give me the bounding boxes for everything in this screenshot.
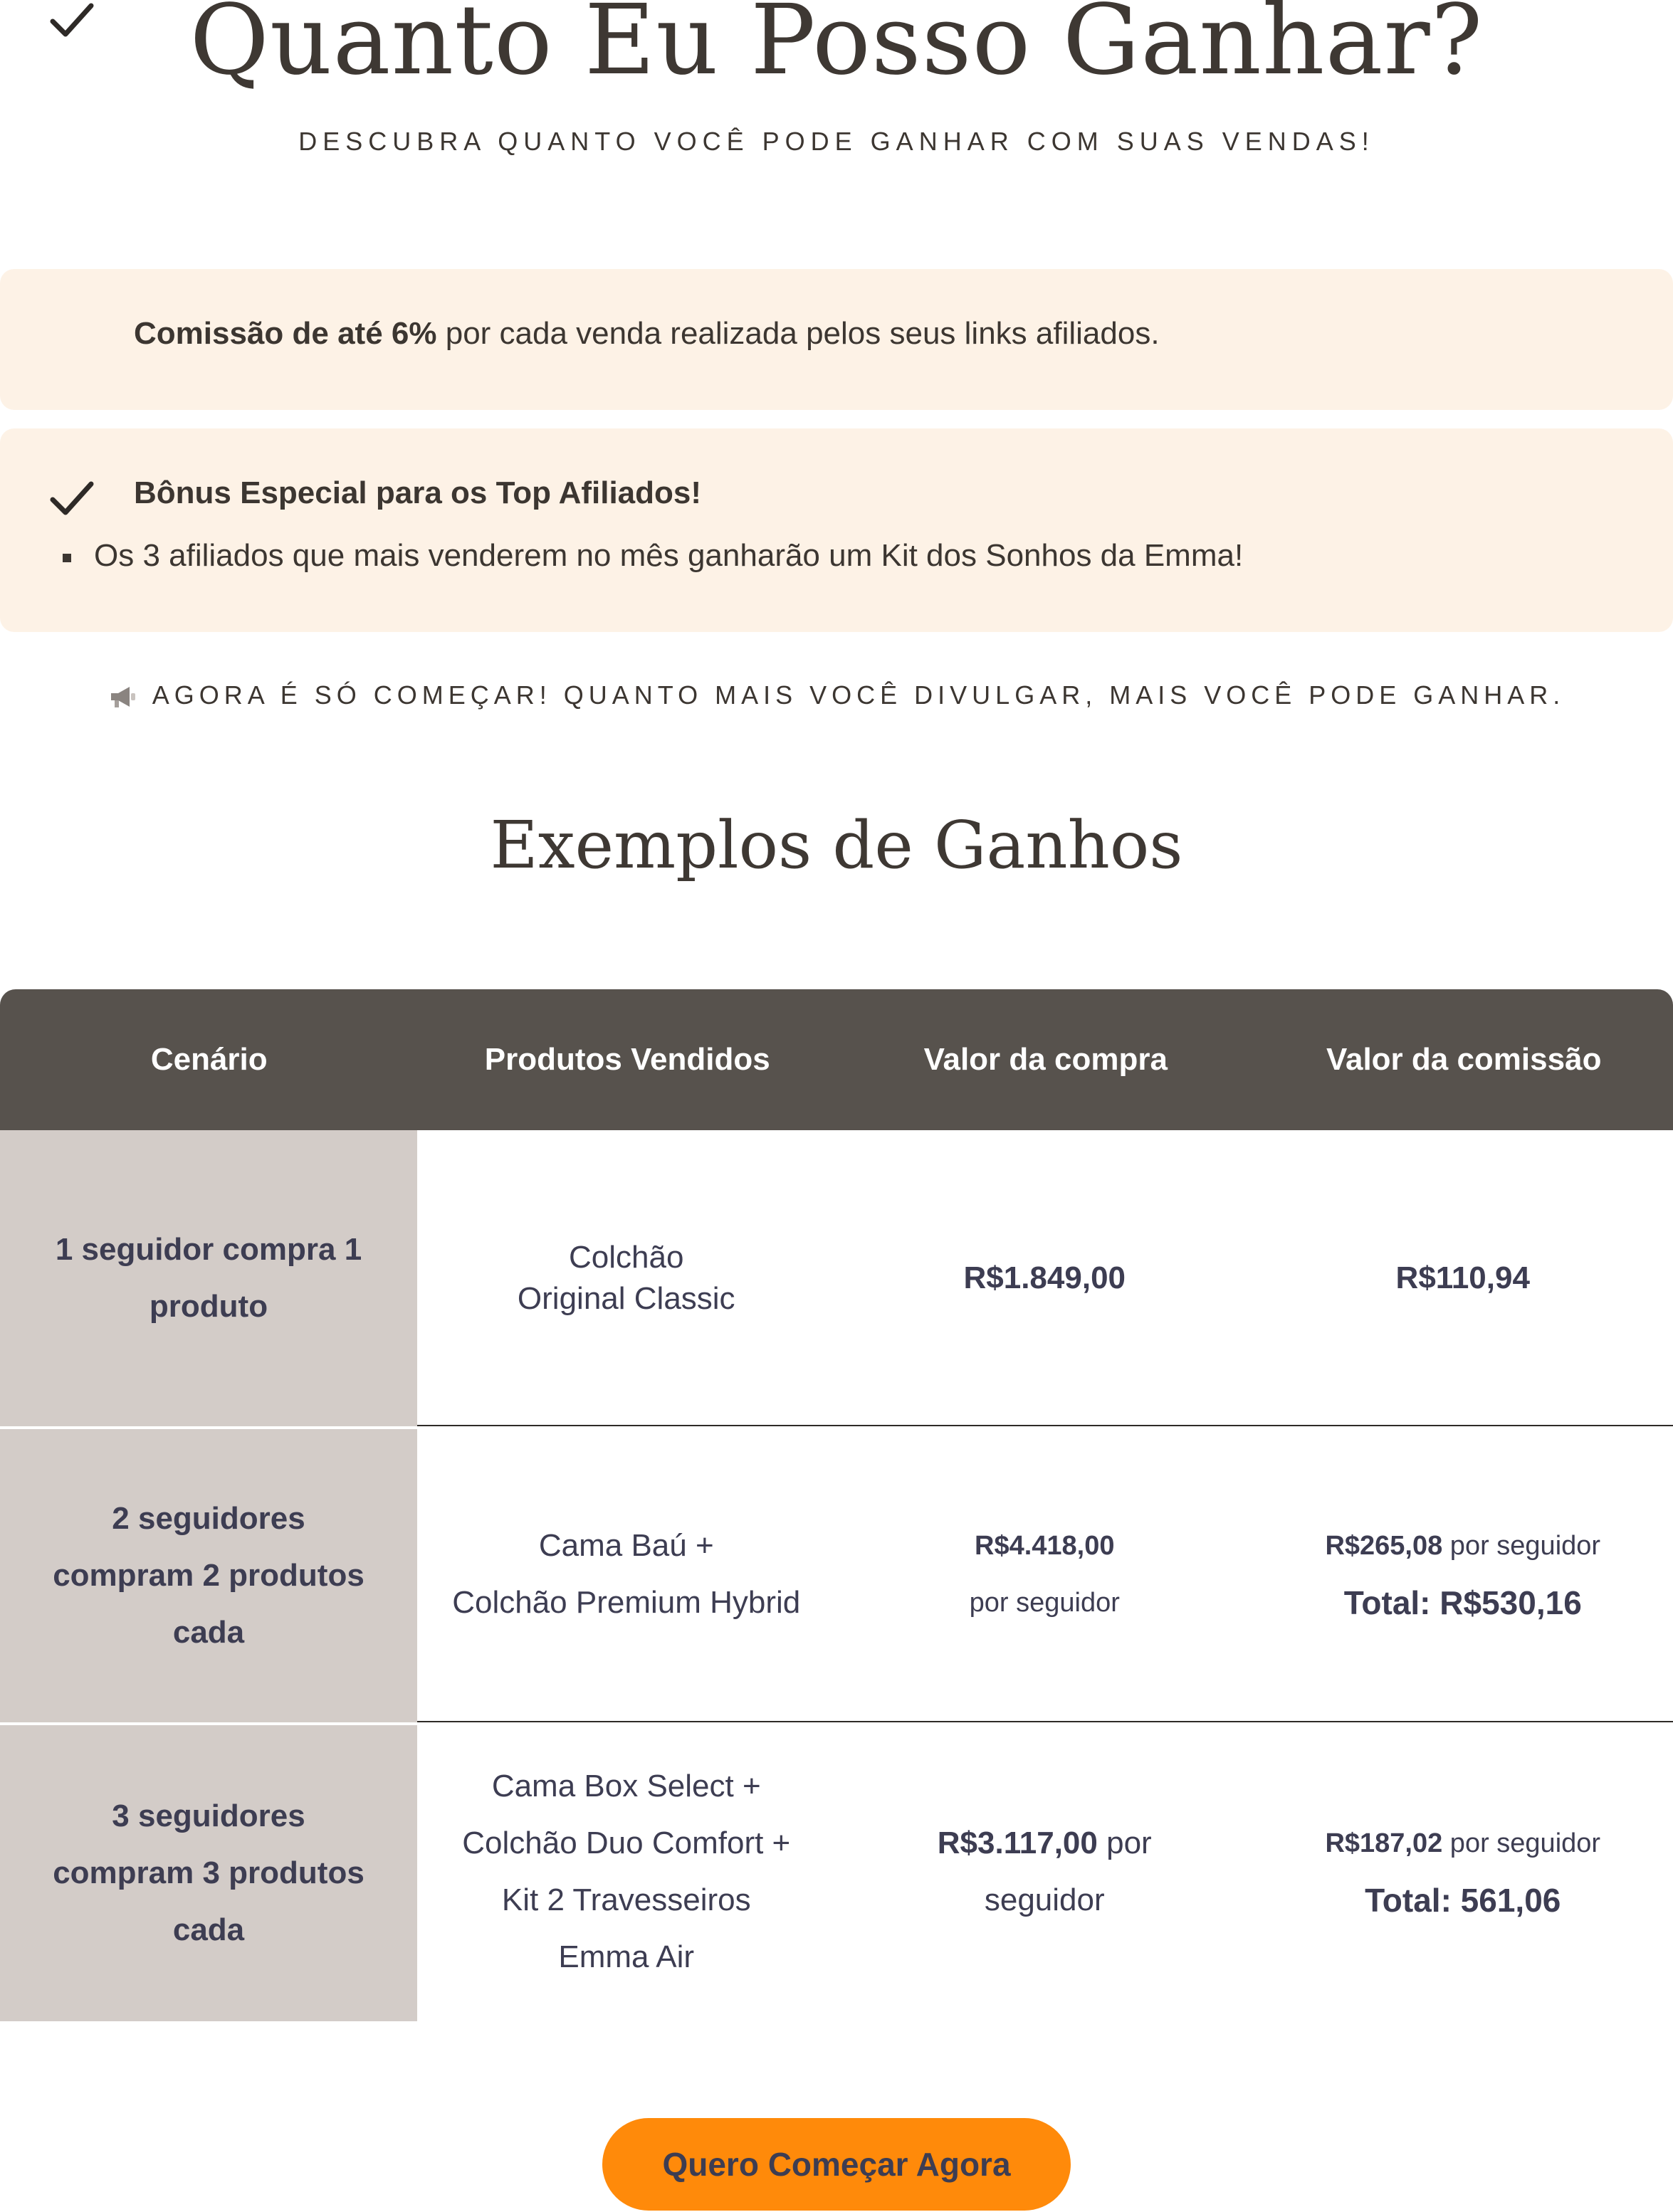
- products-cell: Cama Baú + Colchão Premium Hybrid: [417, 1426, 836, 1722]
- scenario-line: 3 seguidores: [112, 1798, 305, 1833]
- commission-value: R$187,02: [1325, 1828, 1443, 1858]
- bonus-item: Os 3 afiliados que mais venderem no mês …: [94, 538, 1244, 573]
- section-title: Exemplos de Ganhos: [490, 807, 1183, 883]
- commission-cell: R$265,08 por seguidor Total: R$530,16: [1254, 1426, 1672, 1722]
- check-icon: [50, 481, 94, 515]
- purchase-cell: R$3.117,00 por seguidor: [836, 1722, 1254, 2021]
- products-cell: Cama Box Select + Colchão Duo Comfort + …: [417, 1722, 836, 2021]
- page-subtitle: DESCUBRA QUANTO VOCÊ PODE GANHAR COM SUA…: [298, 127, 1375, 156]
- purchase-suffix: por seguidor: [969, 1588, 1120, 1618]
- scenario-line: 2 seguidores: [112, 1501, 305, 1536]
- products-cell: Colchão Original Classic: [417, 1130, 836, 1426]
- check-icon: [50, 3, 94, 37]
- scenario-line: 1 seguidor compra 1: [55, 1232, 362, 1267]
- megaphone-icon: [110, 687, 135, 708]
- cta-line-text: AGORA É SÓ COMEÇAR! QUANTO MAIS VOCÊ DIV…: [152, 680, 1566, 710]
- scenario-line: produto: [149, 1289, 268, 1324]
- commission-highlight: Comissão de até 6%: [134, 316, 437, 351]
- commission-value: R$110,94: [1395, 1260, 1530, 1295]
- commission-cell: R$187,02 por seguidor Total: 561,06: [1254, 1722, 1672, 2021]
- scenario-line: cada: [172, 1912, 245, 1947]
- commission-suffix: por seguidor: [1442, 1531, 1601, 1561]
- scenario-line: compram 2 produtos: [53, 1558, 365, 1593]
- header-cell: Cenário: [150, 1042, 268, 1077]
- scenario-line: cada: [172, 1615, 245, 1650]
- product-line: Colchão Premium Hybrid: [452, 1585, 801, 1620]
- bonus-title: Bônus Especial para os Top Afiliados!: [134, 475, 702, 510]
- purchase-value: R$4.418,00: [975, 1531, 1115, 1561]
- start-now-button[interactable]: Quero Começar Agora: [602, 2118, 1071, 2211]
- page-title: Quanto Eu Posso Ganhar?: [189, 0, 1484, 97]
- header-cell: Produtos Vendidos: [484, 1042, 770, 1077]
- commission-cell: R$110,94: [1254, 1130, 1672, 1426]
- table-header: Cenário Produtos Vendidos Valor da compr…: [0, 989, 1673, 1130]
- product-line: Emma Air: [558, 1939, 695, 1974]
- table-row: 1 seguidor compra 1 produto Colchão Orig…: [0, 1130, 1673, 1426]
- header-cell: Valor da compra: [923, 1042, 1168, 1077]
- product-line: Colchão: [569, 1240, 684, 1275]
- product-line: Colchão Duo Comfort +: [462, 1826, 791, 1860]
- scenario-cell: 3 seguidores compram 3 produtos cada: [0, 1722, 417, 2021]
- purchase-value: R$1.849,00: [963, 1260, 1126, 1295]
- header-cell: Valor da comissão: [1326, 1042, 1602, 1077]
- commission-suffix: por seguidor: [1442, 1828, 1601, 1858]
- product-line: Cama Baú +: [538, 1528, 714, 1563]
- purchase-suffix: seguidor: [984, 1882, 1105, 1917]
- commission-description: por cada venda realizada pelos seus link…: [436, 316, 1160, 351]
- commission-text: Comissão de até 6% por cada venda realiz…: [134, 316, 1160, 352]
- product-line: Original Classic: [517, 1281, 735, 1316]
- product-line: Cama Box Select +: [491, 1769, 761, 1803]
- commission-total: Total: R$530,16: [1343, 1584, 1582, 1621]
- scenario-cell: 2 seguidores compram 2 produtos cada: [0, 1426, 417, 1722]
- product-line: Kit 2 Travesseiros: [501, 1882, 751, 1917]
- table-row: 3 seguidores compram 3 produtos cada Cam…: [0, 1722, 1673, 2021]
- scenario-cell: 1 seguidor compra 1 produto: [0, 1130, 417, 1426]
- purchase-line: R$3.117,00 por: [938, 1815, 1152, 1872]
- scenario-line: compram 3 produtos: [53, 1855, 365, 1890]
- purchase-value: R$3.117,00: [937, 1826, 1098, 1860]
- purchase-cell: R$4.418,00 por seguidor: [836, 1426, 1254, 1722]
- table-row: 2 seguidores compram 2 produtos cada Cam…: [0, 1426, 1673, 1722]
- commission-line: R$187,02 por seguidor: [1325, 1815, 1600, 1872]
- commission-line: R$265,08 por seguidor: [1325, 1517, 1600, 1574]
- purchase-cell: R$1.849,00: [836, 1130, 1254, 1426]
- bonus-card: [0, 428, 1673, 632]
- purchase-suffix: por: [1097, 1826, 1152, 1860]
- earnings-table: Cenário Produtos Vendidos Valor da compr…: [0, 989, 1673, 2021]
- cta-line: AGORA É SÓ COMEÇAR! QUANTO MAIS VOCÊ DIV…: [0, 680, 1673, 710]
- commission-total: Total: 561,06: [1365, 1882, 1561, 1919]
- bullet-marker: [63, 554, 71, 562]
- commission-value: R$265,08: [1325, 1531, 1443, 1561]
